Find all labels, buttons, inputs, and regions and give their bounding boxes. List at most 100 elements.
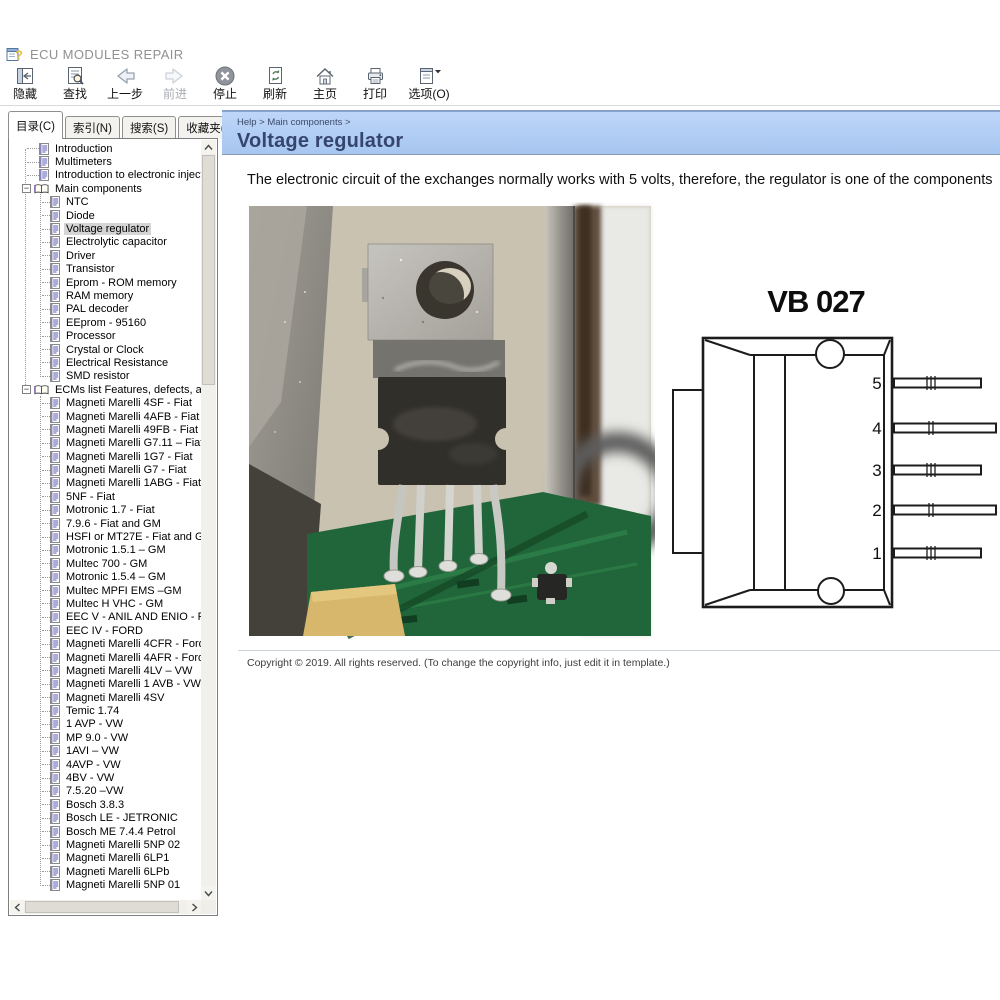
tree-item[interactable]: MP 9.0 - VW	[12, 731, 201, 744]
tree-item[interactable]: Electrolytic capacitor	[12, 236, 201, 249]
tree-item[interactable]: RAM memory	[12, 289, 201, 302]
scroll-left-arrow[interactable]	[10, 900, 24, 914]
tree-connector	[42, 778, 50, 779]
tree-item[interactable]: Introduction	[12, 142, 201, 155]
tree-item[interactable]: EEprom - 95160	[12, 316, 201, 329]
scroll-up-arrow[interactable]	[201, 140, 216, 154]
tree-item[interactable]: Magneti Marelli 49FB - Fiat	[12, 423, 201, 436]
tree-item-label: Magneti Marelli 6LP1	[64, 852, 171, 864]
tree-item[interactable]: Magneti Marelli 4CFR - Ford	[12, 637, 201, 650]
tree-item[interactable]: Magneti Marelli 4AFR - Ford	[12, 651, 201, 664]
tree-item[interactable]: Magneti Marelli 6LP1	[12, 852, 201, 865]
doc-icon	[50, 852, 60, 864]
tree-item[interactable]: Magneti Marelli G7.11 – Fiat	[12, 437, 201, 450]
tree-item[interactable]: Multimeters	[12, 155, 201, 168]
tree-connector	[42, 483, 50, 484]
tree-item-label: Driver	[64, 250, 97, 262]
tree-item[interactable]: Transistor	[12, 263, 201, 276]
tree-item[interactable]: Magneti Marelli 5NP 01	[12, 878, 201, 891]
tree-item[interactable]: Crystal or Clock	[12, 343, 201, 356]
tree-item[interactable]: Voltage regulator	[12, 222, 201, 235]
options-button[interactable]: 选项(O)	[400, 63, 458, 104]
tree-item[interactable]: Driver	[12, 249, 201, 262]
tree-item[interactable]: 5NF - Fiat	[12, 490, 201, 503]
tree-item[interactable]: Multec MPFI EMS –GM	[12, 584, 201, 597]
tree-connector	[42, 295, 50, 296]
tree-item[interactable]: Diode	[12, 209, 201, 222]
collapse-minus-box[interactable]: −	[22, 184, 31, 193]
tree-item[interactable]: Multec H VHC - GM	[12, 597, 201, 610]
tree-item[interactable]: 4AVP - VW	[12, 758, 201, 771]
tree-item[interactable]: 1AVI – VW	[12, 745, 201, 758]
tree-item[interactable]: Bosch 3.8.3	[12, 798, 201, 811]
refresh-button-label: 刷新	[263, 87, 287, 101]
tab-contents[interactable]: 目录(C)	[8, 111, 63, 139]
tree-item[interactable]: EEC V - ANIL AND ENIO - FORD	[12, 611, 201, 624]
tab-index[interactable]: 索引(N)	[65, 116, 120, 139]
tree-item[interactable]: −Main components	[12, 182, 201, 195]
tree-item[interactable]: SMD resistor	[12, 370, 201, 383]
tree-item[interactable]: 7.9.6 - Fiat and GM	[12, 517, 201, 530]
print-button-label: 打印	[363, 87, 387, 101]
home-button[interactable]: 主页	[300, 63, 350, 104]
stop-button[interactable]: 停止	[200, 63, 250, 104]
back-button[interactable]: 上一步	[100, 63, 150, 104]
scroll-thumb[interactable]	[202, 155, 215, 385]
tree-item[interactable]: Temic 1.74	[12, 704, 201, 717]
tree-item[interactable]: Magneti Marelli 4LV – VW	[12, 664, 201, 677]
tree-item[interactable]: Eprom - ROM memory	[12, 276, 201, 289]
window-title-text: ECU MODULES REPAIR	[30, 47, 184, 62]
doc-icon	[50, 625, 60, 637]
tree-item[interactable]: Processor	[12, 329, 201, 342]
breadcrumb[interactable]: Help > Main components >	[237, 112, 1000, 128]
doc-icon	[50, 585, 60, 597]
tree-item[interactable]: Motronic 1.5.4 – GM	[12, 571, 201, 584]
tree-item[interactable]: Bosch LE - JETRONIC	[12, 812, 201, 825]
tree-item[interactable]: 4BV - VW	[12, 771, 201, 784]
tree-item[interactable]: Magneti Marelli 6LPb	[12, 865, 201, 878]
doc-icon	[50, 732, 60, 744]
tree-item[interactable]: Magneti Marelli 4SV	[12, 691, 201, 704]
tree-item[interactable]: HSFI or MT27E - Fiat and GM	[12, 530, 201, 543]
hide-button[interactable]: 隐藏	[0, 63, 50, 104]
tree-item-label: Magneti Marelli 4AFR - Ford	[64, 652, 201, 664]
tree-item[interactable]: Magneti Marelli 4SF - Fiat	[12, 396, 201, 409]
refresh-button[interactable]: 刷新	[250, 63, 300, 104]
tree-item[interactable]: EEC IV - FORD	[12, 624, 201, 637]
tree-item[interactable]: −ECMs list Features, defects, and repair	[12, 383, 201, 396]
tree-item[interactable]: Motronic 1.7 - Fiat	[12, 504, 201, 517]
scroll-right-arrow[interactable]	[187, 900, 201, 914]
topic-header: Help > Main components > Voltage regulat…	[222, 110, 1000, 155]
tree-item[interactable]: Magneti Marelli G7 - Fiat	[12, 463, 201, 476]
tree-item[interactable]: Magneti Marelli 1G7 - Fiat	[12, 450, 201, 463]
tree-item[interactable]: Motronic 1.5.1 – GM	[12, 544, 201, 557]
tree-horizontal-scrollbar[interactable]	[10, 900, 201, 914]
print-button[interactable]: 打印	[350, 63, 400, 104]
forward-button[interactable]: 前进	[150, 63, 200, 104]
doc-icon	[50, 745, 60, 757]
tree-item[interactable]: Magneti Marelli 1ABG - Fiat	[12, 477, 201, 490]
collapse-minus-box[interactable]: −	[22, 385, 31, 394]
tree-item[interactable]: Bosch ME 7.4.4 Petrol	[12, 825, 201, 838]
tree-item[interactable]: Electrical Resistance	[12, 356, 201, 369]
tree-vertical-scrollbar[interactable]	[201, 140, 216, 900]
tree-item[interactable]: PAL decoder	[12, 303, 201, 316]
find-button[interactable]: 查找	[50, 63, 100, 104]
tree-connector	[42, 309, 50, 310]
scroll-thumb[interactable]	[25, 901, 179, 913]
tree-item[interactable]: Magneti Marelli 1 AVB - VW	[12, 678, 201, 691]
scroll-down-arrow[interactable]	[201, 886, 216, 900]
tree-item[interactable]: 1 AVP - VW	[12, 718, 201, 731]
tree-item-label: RAM memory	[64, 290, 135, 302]
doc-icon	[50, 290, 60, 302]
tree-item[interactable]: Introduction to electronic injection	[12, 169, 201, 182]
tab-search[interactable]: 搜索(S)	[122, 116, 176, 139]
tree-item-label: SMD resistor	[64, 370, 132, 382]
tree-connector	[42, 563, 50, 564]
tree-item[interactable]: Magneti Marelli 5NP 02	[12, 838, 201, 851]
tree-item[interactable]: 7.5.20 –VW	[12, 785, 201, 798]
tree-item[interactable]: Magneti Marelli 4AFB - Fiat	[12, 410, 201, 423]
tree-item[interactable]: Multec 700 - GM	[12, 557, 201, 570]
tree-item[interactable]: NTC	[12, 196, 201, 209]
tree-connector	[42, 845, 50, 846]
